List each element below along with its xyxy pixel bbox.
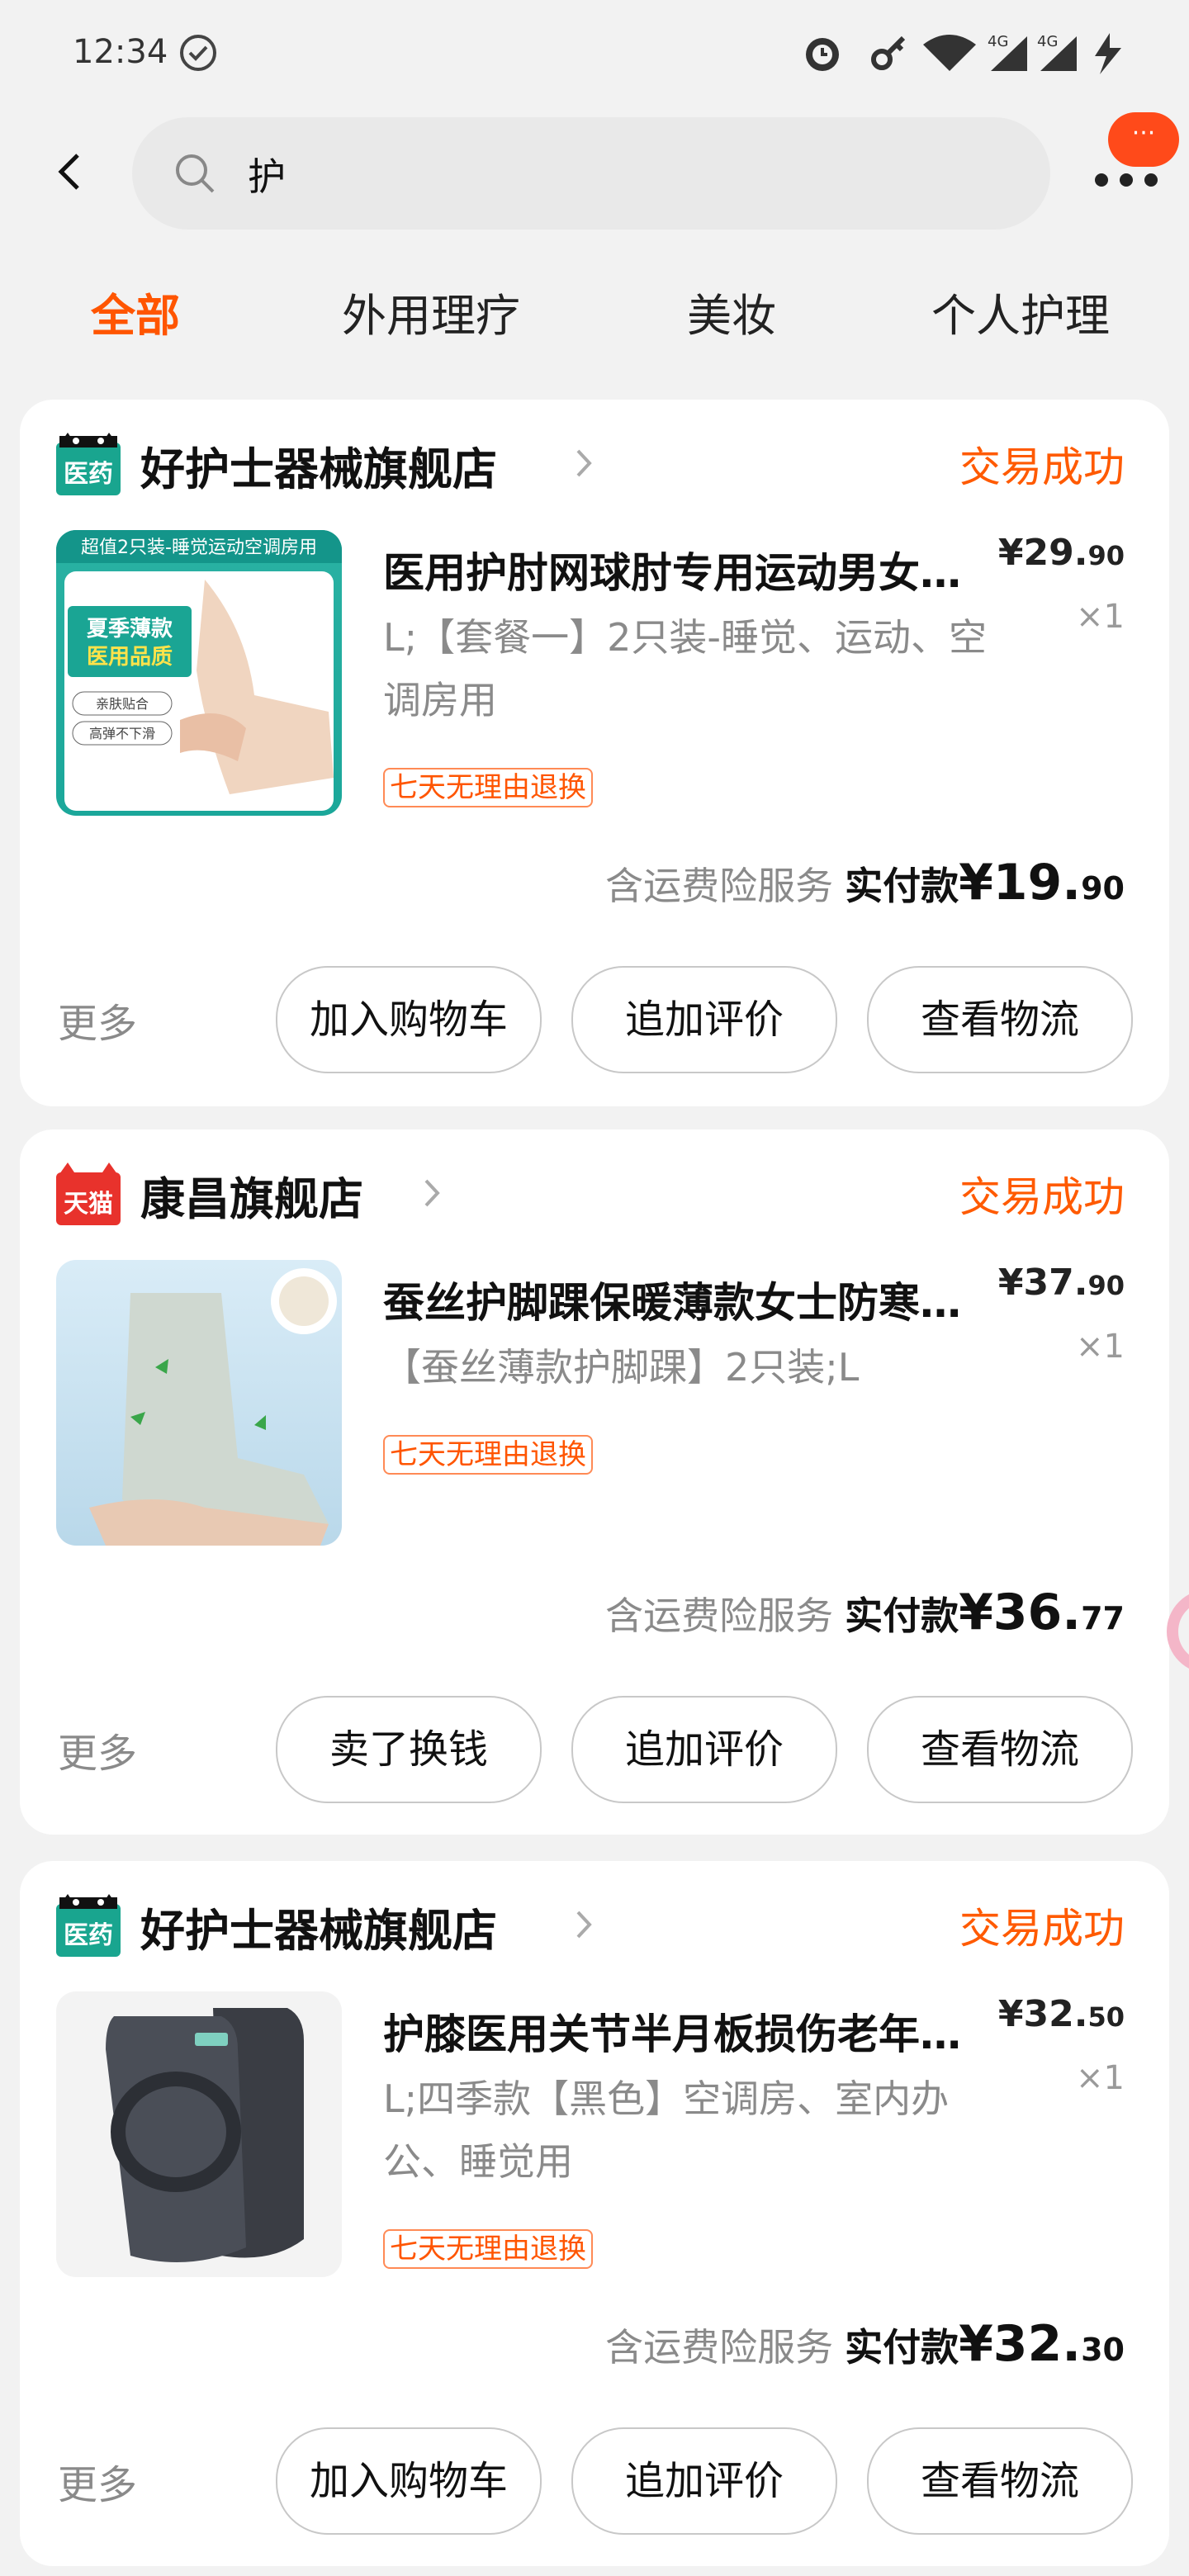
order-status: 交易成功 — [959, 1905, 1125, 1953]
pharmacy-store-icon: 医药 — [56, 1894, 121, 1957]
more-link[interactable]: 更多 — [58, 1721, 137, 1778]
order-card: 天猫 康昌旗舰店 交易成功 蚕丝护脚踝保暖薄款女士防寒… 【蚕丝薄款护脚踝】2只… — [20, 1129, 1169, 1835]
paid-label: 实付款 — [845, 1593, 959, 1638]
more-link[interactable]: 更多 — [58, 991, 137, 1049]
payment-summary: 含运费险服务 实付款¥36.77 — [605, 1584, 1125, 1641]
return-policy-badge: 七天无理由退换 — [383, 1435, 593, 1475]
add-review-button[interactable]: 追加评价 — [571, 2427, 837, 2535]
order-card: 医药 好护士器械旗舰店 交易成功 护膝医用关节半月板损伤老年… L;四季款【黑色… — [20, 1861, 1169, 2566]
wifi-icon — [923, 35, 976, 71]
4g-signal-icon-2: 4G — [1037, 33, 1077, 71]
sell-for-cash-button[interactable]: 卖了换钱 — [276, 1696, 542, 1803]
pharmacy-store-icon: 医药 — [56, 433, 121, 495]
view-logistics-button[interactable]: 查看物流 — [867, 2427, 1133, 2535]
add-to-cart-button[interactable]: 加入购物车 — [276, 966, 542, 1073]
search-query[interactable]: 护 — [248, 147, 286, 201]
view-logistics-button[interactable]: 查看物流 — [867, 966, 1133, 1073]
tab-external-therapy[interactable]: 外用理疗 — [342, 279, 520, 344]
product-image[interactable] — [56, 1260, 342, 1546]
chevron-right-icon[interactable] — [571, 443, 596, 484]
search-icon — [176, 154, 215, 193]
search-input[interactable]: 护 — [132, 117, 1050, 230]
product-variant: L;【套餐一】2只装-睡觉、运动、空调房用 — [383, 615, 987, 722]
add-review-button[interactable]: 追加评价 — [571, 966, 837, 1073]
svg-text:医用品质: 医用品质 — [87, 645, 173, 670]
return-policy-badge: 七天无理由退换 — [383, 768, 593, 807]
insurance-label: 含运费险服务 — [605, 864, 834, 908]
status-icons: 4G 4G — [806, 33, 1121, 74]
paid-label: 实付款 — [845, 2325, 959, 2370]
svg-text:天猫: 天猫 — [64, 1190, 113, 1219]
svg-text:夏季薄款: 夏季薄款 — [87, 617, 173, 642]
unit-price: ¥32.50 — [997, 1993, 1125, 2035]
insurance-label: 含运费险服务 — [605, 1593, 834, 1638]
product-variant: 【蚕丝薄款护脚踝】2只装;L — [383, 1345, 860, 1390]
order-status: 交易成功 — [959, 443, 1125, 491]
chevron-right-icon[interactable] — [571, 1904, 596, 1945]
svg-text:高弹不下滑: 高弹不下滑 — [89, 726, 155, 741]
quantity: ×1 — [1076, 1328, 1125, 1366]
quantity: ×1 — [1076, 2059, 1125, 2097]
status-time: 12:34 — [73, 33, 168, 71]
store-name[interactable]: 好护士器械旗舰店 — [140, 433, 497, 498]
svg-text:4G: 4G — [988, 33, 1008, 50]
svg-text:超值2只装-睡觉运动空调房用: 超值2只装-睡觉运动空调房用 — [81, 537, 317, 558]
store-name[interactable]: 康昌旗舰店 — [140, 1163, 363, 1228]
payment-summary: 含运费险服务 实付款¥19.90 — [605, 854, 1125, 912]
product-title[interactable]: 护膝医用关节半月板损伤老年… — [383, 2001, 1011, 2061]
product-title[interactable]: 医用护肘网球肘专用运动男女… — [383, 540, 1011, 599]
svg-text:亲肤贴合: 亲肤贴合 — [96, 696, 149, 712]
insurance-label: 含运费险服务 — [605, 2325, 834, 2370]
product-variant: L;四季款【黑色】空调房、室内办公、睡觉用 — [383, 2076, 950, 2184]
unit-price: ¥37.90 — [997, 1262, 1125, 1304]
svg-text:4G: 4G — [1037, 33, 1058, 50]
tab-beauty[interactable]: 美妆 — [687, 279, 776, 344]
chevron-right-icon[interactable] — [419, 1172, 444, 1214]
more-link[interactable]: 更多 — [58, 2452, 137, 2510]
tmall-store-icon: 天猫 — [56, 1163, 121, 1225]
check-circle-icon — [180, 35, 216, 71]
tab-personal-care[interactable]: 个人护理 — [931, 279, 1110, 344]
4g-signal-icon: 4G — [988, 33, 1027, 71]
alarm-icon — [806, 38, 839, 71]
store-name[interactable]: 好护士器械旗舰店 — [140, 1894, 497, 1959]
svg-text:医药: 医药 — [64, 1921, 113, 1950]
floating-assist-handle[interactable] — [1159, 1582, 1189, 1681]
message-badge: ··· — [1108, 112, 1179, 167]
quantity: ×1 — [1076, 598, 1125, 636]
view-logistics-button[interactable]: 查看物流 — [867, 1696, 1133, 1803]
key-icon — [871, 36, 906, 70]
order-card: 医药 好护士器械旗舰店 交易成功 超值2只装-睡觉运动空调房用 夏季薄款 医用品… — [20, 400, 1169, 1106]
back-button[interactable] — [46, 147, 96, 197]
unit-price: ¥29.90 — [997, 532, 1125, 574]
paid-label: 实付款 — [845, 864, 959, 908]
return-policy-badge: 七天无理由退换 — [383, 2229, 593, 2269]
order-status: 交易成功 — [959, 1173, 1125, 1221]
product-image[interactable]: 超值2只装-睡觉运动空调房用 夏季薄款 医用品质 亲肤贴合 高弹不下滑 — [56, 530, 342, 816]
product-image[interactable] — [56, 1991, 342, 2277]
product-title[interactable]: 蚕丝护脚踝保暖薄款女士防寒… — [383, 1270, 1011, 1329]
svg-text:医药: 医药 — [64, 460, 113, 489]
tab-all[interactable]: 全部 — [91, 279, 180, 344]
charging-icon — [1095, 33, 1121, 74]
add-to-cart-button[interactable]: 加入购物车 — [276, 2427, 542, 2535]
add-review-button[interactable]: 追加评价 — [571, 1696, 837, 1803]
status-bar: 12:34 4G 4G — [0, 0, 1189, 107]
payment-summary: 含运费险服务 实付款¥32.30 — [605, 2315, 1125, 2373]
